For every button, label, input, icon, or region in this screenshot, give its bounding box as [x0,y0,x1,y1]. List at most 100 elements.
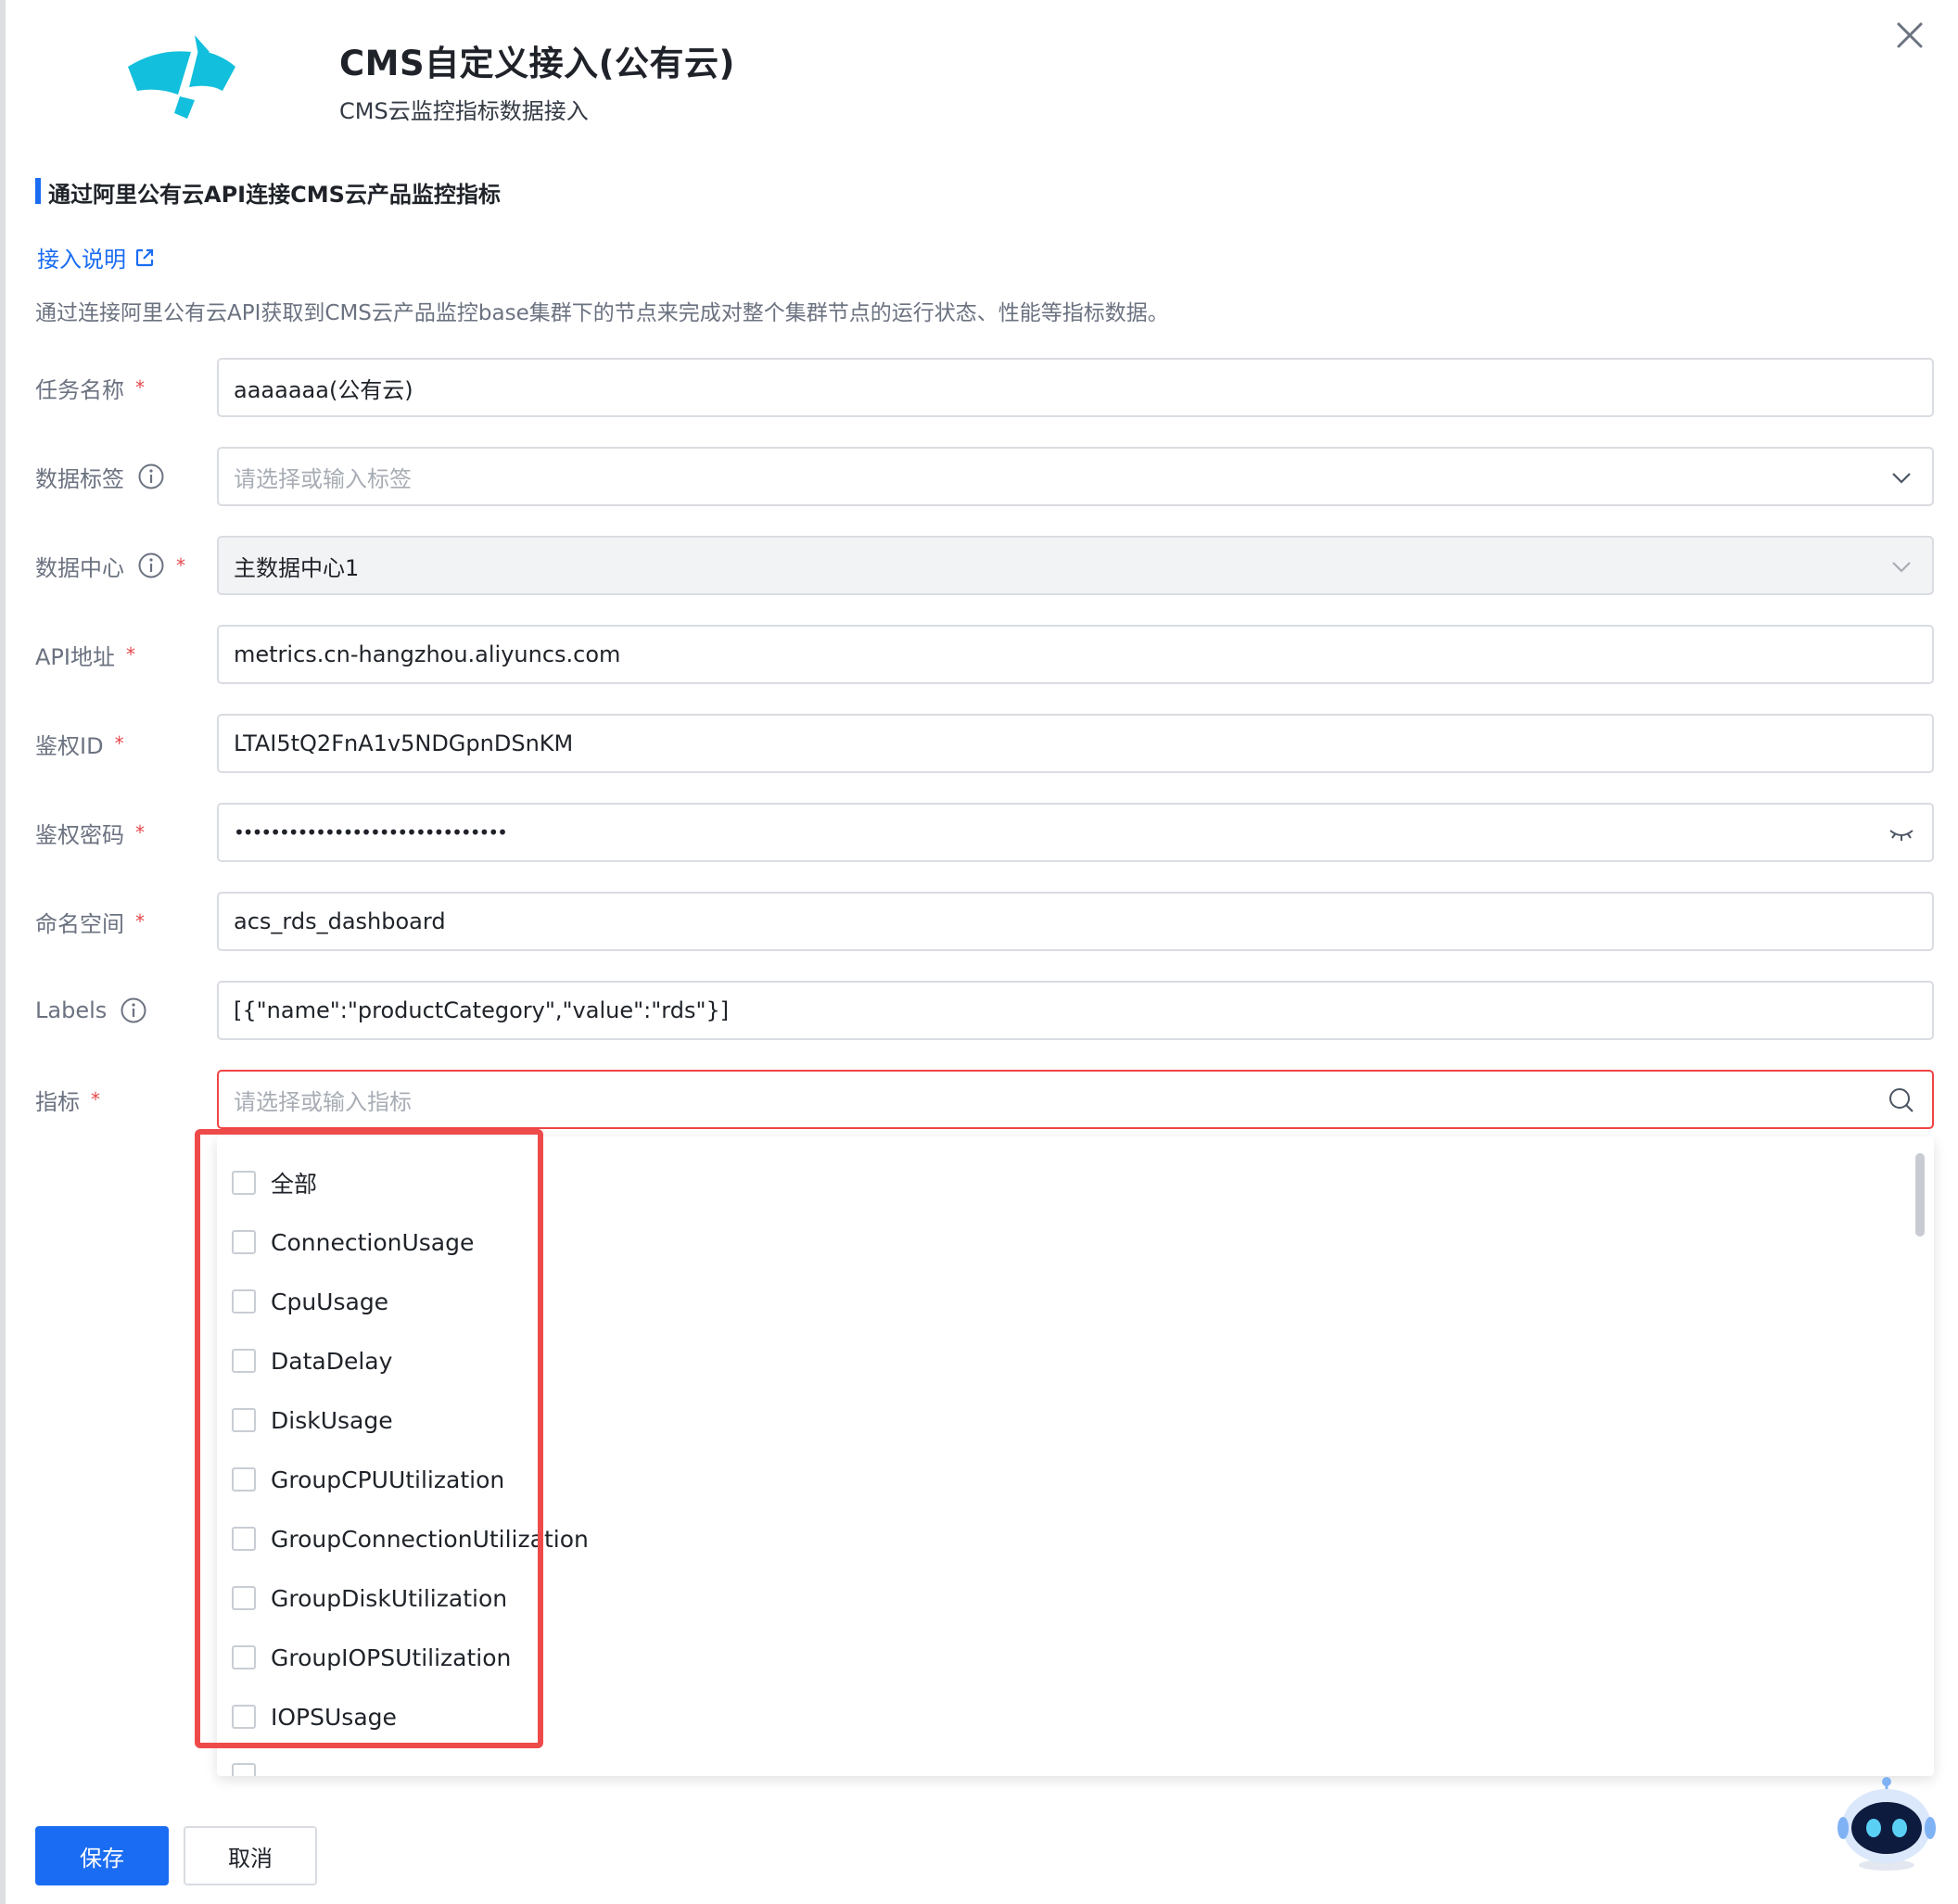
doc-link[interactable]: 接入说明 [37,241,156,273]
checkbox[interactable] [232,1408,256,1432]
row-api-address: API地址 * metrics.cn-hangzhou.aliyuncs.com [0,625,1958,684]
labels-value: [{"name":"productCategory","value":"rds"… [234,997,730,1023]
doc-link-label: 接入说明 [37,247,126,273]
metrics-label-text: 指标 [35,1088,80,1115]
auth-id-label: 鉴权ID * [35,714,124,773]
namespace-input[interactable]: acs_rds_dashboard [217,892,1934,951]
close-icon[interactable] [1891,17,1928,54]
checkbox[interactable] [232,1763,256,1776]
required-mark: * [135,821,145,844]
metric-option-label: GroupCPUUtilization [271,1466,505,1493]
checkbox[interactable] [232,1705,256,1729]
metric-option[interactable]: 全部 [232,1164,317,1201]
labels-label-text: Labels [35,997,108,1023]
task-name-label: 任务名称 * [35,358,145,417]
metric-option[interactable]: DiskUsage [232,1402,393,1439]
required-mark: * [114,732,124,755]
checkbox[interactable] [232,1527,256,1551]
required-mark: * [125,643,135,666]
data-tag-select[interactable]: 请选择或输入标签 [217,447,1934,506]
section-description: 通过连接阿里公有云API获取到CMS云产品监控base集群下的节点来完成对整个集… [35,301,1169,325]
row-auth-secret: 鉴权密码 * •••••••••••••••••••••••••••••• [0,803,1958,862]
metrics-placeholder: 请选择或输入指标 [234,1088,412,1115]
metric-option[interactable]: GroupCPUUtilization [232,1461,504,1498]
auth-secret-input[interactable]: •••••••••••••••••••••••••••••• [217,803,1934,862]
external-link-icon [135,248,154,266]
cms-logo [121,30,241,122]
api-address-label: API地址 * [35,625,135,684]
task-name-value: aaaaaaa(公有云) [234,376,413,403]
api-address-label-text: API地址 [35,643,115,670]
metric-option-label: DataDelay [271,1347,393,1375]
chevron-down-icon [1892,562,1911,573]
data-center-select[interactable]: 主数据中心1 [217,536,1934,595]
metric-option-label: IOPSUsage [271,1703,397,1731]
api-address-input[interactable]: metrics.cn-hangzhou.aliyuncs.com [217,625,1934,684]
auth-id-label-text: 鉴权ID [35,732,104,759]
metric-option-label: DiskUsage [271,1406,393,1434]
labels-label: Labels [35,981,147,1040]
checkbox[interactable] [232,1171,256,1195]
metric-option[interactable]: GroupIOPSUtilization [232,1639,511,1676]
metric-option-label: GroupDiskUtilization [271,1584,508,1612]
data-center-label: 数据中心 * [35,536,185,595]
metric-option[interactable]: GroupDiskUtilization [232,1580,507,1617]
data-tag-label: 数据标签 [35,447,165,506]
metric-option[interactable]: CpuUsage [232,1283,388,1320]
row-auth-id: 鉴权ID * LTAI5tQ2FnA1v5NDGpnDSnKM [0,714,1958,773]
data-center-value: 主数据中心1 [234,554,360,581]
auth-secret-label: 鉴权密码 * [35,803,145,862]
metric-option[interactable]: ConnectionUsage [232,1224,474,1261]
metrics-search-input[interactable]: 请选择或输入指标 [217,1070,1934,1129]
row-data-tag: 数据标签 请选择或输入标签 [0,447,1958,506]
checkbox[interactable] [232,1467,256,1491]
eye-closed-icon[interactable] [1888,819,1915,847]
row-task-name: 任务名称 * aaaaaaa(公有云) [0,358,1958,417]
auth-id-input[interactable]: LTAI5tQ2FnA1v5NDGpnDSnKM [217,714,1934,773]
metrics-dropdown[interactable]: 全部 ConnectionUsage CpuUsage DataDelay Di… [217,1136,1934,1776]
required-mark: * [91,1088,100,1111]
save-button[interactable]: 保存 [35,1826,169,1885]
section-accent-bar [35,178,41,204]
required-mark: * [176,554,185,577]
checkbox[interactable] [232,1289,256,1314]
metric-option[interactable]: GroupConnectionUtilization [232,1520,589,1557]
metric-option-label: GroupIOPSUtilization [271,1644,512,1671]
info-icon[interactable] [120,996,147,1024]
info-icon[interactable] [137,552,165,579]
dialog-subtitle: CMS云监控指标数据接入 [339,98,589,124]
namespace-label-text: 命名空间 [35,910,124,937]
checkbox[interactable] [232,1645,256,1669]
robot-assistant-icon[interactable] [1836,1772,1938,1874]
metric-option[interactable]: IOPSUsage [232,1698,397,1735]
data-tag-label-text: 数据标签 [35,465,124,492]
auth-secret-value: •••••••••••••••••••••••••••••• [234,821,508,844]
checkbox[interactable] [232,1230,256,1254]
search-icon [1889,1088,1914,1112]
metric-option-label: ConnectionUsage [271,1228,475,1256]
row-labels: Labels [{"name":"productCategory","value… [0,981,1958,1040]
auth-secret-label-text: 鉴权密码 [35,821,124,848]
metrics-label: 指标 * [35,1070,100,1129]
metric-option[interactable]: DataDelay [232,1342,392,1379]
scrollbar[interactable] [1915,1153,1925,1237]
task-name-input[interactable]: aaaaaaa(公有云) [217,358,1934,417]
metric-option-label: GroupConnectionUtilization [271,1525,589,1553]
metric-option-label: CpuUsage [271,1288,389,1315]
dialog-title: CMS自定义接入(公有云) [339,44,735,83]
section-title: 通过阿里公有云API连接CMS云产品监控指标 [48,182,501,208]
required-mark: * [135,376,145,399]
checkbox[interactable] [232,1349,256,1373]
task-name-label-text: 任务名称 [35,376,124,403]
cancel-button[interactable]: 取消 [184,1826,317,1885]
required-mark: * [135,910,145,933]
labels-input[interactable]: [{"name":"productCategory","value":"rds"… [217,981,1934,1040]
chevron-down-icon [1892,473,1911,484]
row-data-center: 数据中心 * 主数据中心1 [0,536,1958,595]
info-icon[interactable] [137,463,165,490]
namespace-label: 命名空间 * [35,892,145,951]
checkbox[interactable] [232,1586,256,1610]
namespace-value: acs_rds_dashboard [234,908,446,934]
backdrop-edge [0,0,6,1904]
data-center-label-text: 数据中心 [35,554,124,581]
